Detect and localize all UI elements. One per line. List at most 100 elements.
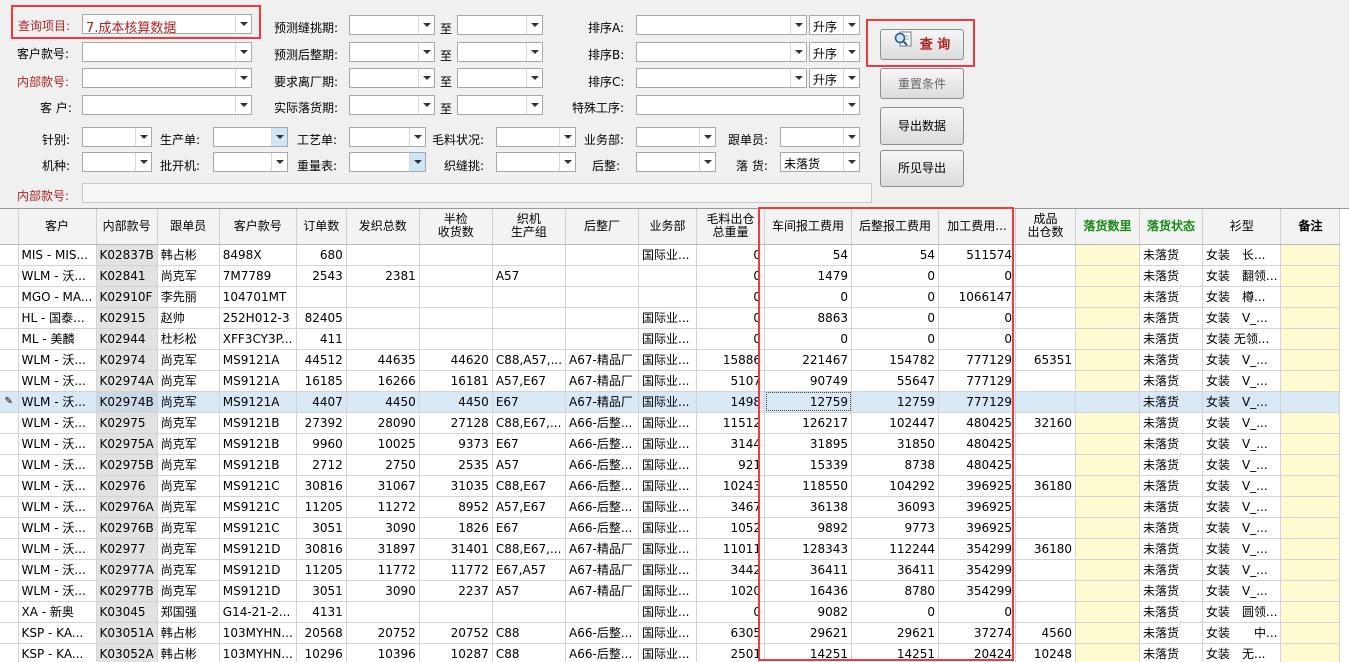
table-cell[interactable]: 31401 xyxy=(419,538,493,560)
table-cell[interactable]: 14251 xyxy=(764,643,853,662)
column-header[interactable]: 客户 xyxy=(18,209,97,245)
table-cell[interactable]: A67-精品厂 xyxy=(565,580,640,602)
table-cell[interactable]: 尚克军 xyxy=(157,412,220,434)
table-cell[interactable]: 396925 xyxy=(938,517,1017,539)
table-cell[interactable]: 女装 V_... xyxy=(1202,496,1282,518)
table-cell[interactable]: 20568 xyxy=(296,622,347,644)
column-header[interactable]: 备注 xyxy=(1280,209,1341,245)
table-cell[interactable]: 女装 长... xyxy=(1202,244,1282,266)
table-cell[interactable]: K03052A xyxy=(96,643,158,662)
sort-b-select[interactable] xyxy=(636,42,807,62)
row-header[interactable] xyxy=(0,517,19,539)
table-cell[interactable] xyxy=(1075,265,1141,287)
table-cell[interactable]: 国际业... xyxy=(638,370,698,392)
table-row[interactable]: KSP - KA... K03051A 韩占彬 103MYHN... 20568 2075… xyxy=(0,622,1341,644)
table-cell[interactable] xyxy=(1075,496,1141,518)
table-cell[interactable] xyxy=(1015,244,1077,266)
table-cell[interactable]: 44635 xyxy=(346,349,420,371)
table-row[interactable]: WLM - 沃... K02977A 尚克军 MS9121D 11205 11772 117… xyxy=(0,559,1341,581)
ship-select[interactable]: 未落货 xyxy=(780,152,860,172)
table-row[interactable]: ✎ WLM - 沃... K02974B 尚克军 MS9121A 4407 4450 4450… xyxy=(0,391,1341,413)
table-cell[interactable]: 354299 xyxy=(938,559,1017,581)
table-cell[interactable] xyxy=(492,601,567,623)
table-cell[interactable]: 104701MT xyxy=(219,286,297,308)
table-cell[interactable]: 10243 xyxy=(696,475,766,497)
table-row[interactable]: WLM - 沃... K02974 尚克军 MS9121A 44512 44635 4462… xyxy=(0,349,1341,371)
row-header[interactable] xyxy=(0,454,19,476)
table-cell[interactable]: 29621 xyxy=(851,622,940,644)
table-cell[interactable]: K02975B xyxy=(96,454,158,476)
table-cell[interactable]: A66-后整... xyxy=(565,412,640,434)
table-cell[interactable]: MS9121C xyxy=(219,517,297,539)
table-cell[interactable]: 0 xyxy=(851,328,940,350)
table-cell[interactable]: 国际业... xyxy=(638,496,698,518)
table-cell[interactable] xyxy=(492,286,567,308)
table-row[interactable]: WLM - 沃... K02975A 尚克军 MS9121B 9960 10025 9373… xyxy=(0,433,1341,455)
chevron-down-icon[interactable] xyxy=(790,43,806,61)
table-cell[interactable]: A57 xyxy=(492,454,567,476)
table-cell[interactable]: 777129 xyxy=(938,349,1017,371)
chevron-down-icon[interactable] xyxy=(843,69,859,87)
table-cell[interactable]: 0 xyxy=(696,307,766,329)
table-cell[interactable]: WLM - 沃... xyxy=(18,370,97,392)
table-cell[interactable]: 尚克军 xyxy=(157,538,220,560)
table-cell[interactable] xyxy=(1075,307,1141,329)
row-header[interactable] xyxy=(0,370,19,392)
column-header[interactable]: 客户款号 xyxy=(219,209,297,245)
table-cell[interactable] xyxy=(1280,559,1341,581)
chevron-down-icon[interactable] xyxy=(235,96,251,114)
table-cell[interactable]: 921 xyxy=(696,454,766,476)
table-cell[interactable] xyxy=(1015,370,1077,392)
follower-select[interactable] xyxy=(780,127,860,147)
row-header[interactable] xyxy=(0,580,19,602)
table-cell[interactable]: 154782 xyxy=(851,349,940,371)
column-header[interactable]: 半检 收货数 xyxy=(419,209,493,245)
table-cell[interactable]: 未落货 xyxy=(1139,601,1204,623)
table-cell[interactable]: 尚克军 xyxy=(157,496,220,518)
craft-order-select[interactable] xyxy=(349,127,426,147)
table-cell[interactable]: 16181 xyxy=(419,370,493,392)
table-cell[interactable]: 尚克军 xyxy=(157,517,220,539)
seam-select[interactable] xyxy=(496,152,576,172)
table-cell[interactable]: 3467 xyxy=(696,496,766,518)
table-cell[interactable]: 4450 xyxy=(419,391,493,413)
table-cell[interactable]: WLM - 沃... xyxy=(18,580,97,602)
chevron-down-icon[interactable] xyxy=(526,69,542,87)
table-cell[interactable] xyxy=(346,328,420,350)
table-cell[interactable]: HL - 国泰... xyxy=(18,307,97,329)
table-cell[interactable]: 36411 xyxy=(851,559,940,581)
table-cell[interactable] xyxy=(1075,454,1141,476)
table-cell[interactable]: 未落货 xyxy=(1139,370,1204,392)
actual-ship-to[interactable] xyxy=(457,95,543,115)
table-cell[interactable] xyxy=(419,307,493,329)
chevron-down-icon[interactable] xyxy=(559,128,575,146)
chevron-down-icon[interactable] xyxy=(843,16,859,34)
table-cell[interactable]: 112244 xyxy=(851,538,940,560)
edit-pencil-icon[interactable]: ✎ xyxy=(0,391,19,413)
table-cell[interactable]: 36411 xyxy=(764,559,853,581)
table-cell[interactable]: XFF3CY3P... xyxy=(219,328,297,350)
column-header[interactable]: 内部款号 xyxy=(96,209,158,245)
table-cell[interactable]: 37274 xyxy=(938,622,1017,644)
table-cell[interactable]: 10248 xyxy=(1015,643,1077,662)
table-cell[interactable]: 女装 V_... xyxy=(1202,349,1282,371)
table-cell[interactable]: A66-后整... xyxy=(565,622,640,644)
table-cell[interactable]: 未落货 xyxy=(1139,454,1204,476)
table-cell[interactable]: 55647 xyxy=(851,370,940,392)
table-cell[interactable]: 尚克军 xyxy=(157,265,220,287)
table-cell[interactable]: 1479 xyxy=(764,265,853,287)
row-header[interactable] xyxy=(0,244,19,266)
table-cell[interactable]: K02976B xyxy=(96,517,158,539)
table-cell[interactable]: 128343 xyxy=(764,538,853,560)
table-cell[interactable]: 国际业... xyxy=(638,412,698,434)
row-header[interactable] xyxy=(0,643,19,662)
table-cell[interactable]: 10396 xyxy=(346,643,420,662)
table-cell[interactable]: G14-21-2... xyxy=(219,601,297,623)
table-cell[interactable]: 0 xyxy=(696,601,766,623)
table-cell[interactable]: 1498 xyxy=(696,391,766,413)
table-cell[interactable]: 11272 xyxy=(346,496,420,518)
table-cell[interactable]: 2535 xyxy=(419,454,493,476)
table-cell[interactable]: 3090 xyxy=(346,517,420,539)
table-cell[interactable]: 尚克军 xyxy=(157,349,220,371)
table-cell[interactable]: WLM - 沃... xyxy=(18,454,97,476)
